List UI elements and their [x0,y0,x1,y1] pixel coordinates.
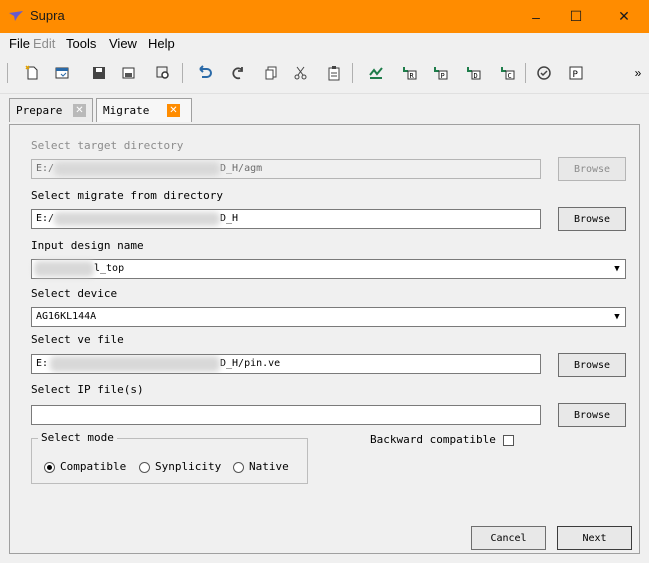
design-name-value: l_top [94,263,125,274]
target-directory-prefix: E:/ [36,163,55,174]
chevron-down-icon[interactable]: ▼ [611,310,623,324]
menu-help[interactable]: Help [148,36,175,51]
redacted-path [54,212,220,226]
device-combobox[interactable]: AG16KL144A ▼ [31,307,626,327]
design-name-label: Input design name [31,239,144,252]
undo-icon[interactable] [196,64,214,82]
open-icon[interactable] [53,64,71,82]
toolbar-separator [352,63,353,83]
run-p-icon[interactable]: P [432,64,450,82]
toolbar-grip [7,63,8,83]
design-name-combobox[interactable]: l_top ▼ [31,259,626,279]
tab-close-icon[interactable]: ✕ [73,104,86,117]
mode-group-title: Select mode [38,431,117,444]
title-bar: Supra – ☐ ✕ [0,0,649,33]
compile-icon[interactable] [367,64,385,82]
menu-view[interactable]: View [109,36,137,51]
save-as-icon[interactable] [120,64,138,82]
synplicity-label[interactable]: Synplicity [155,460,221,473]
tab-migrate-label: Migrate [103,104,150,117]
device-value: AG16KL144A [36,311,97,322]
ve-file-prefix: E: [36,358,49,369]
maximize-button[interactable]: ☐ [553,0,599,33]
menu-edit[interactable]: Edit [33,36,55,51]
cut-icon[interactable] [292,64,310,82]
program-icon[interactable]: P [567,64,585,82]
redacted-name [34,261,94,277]
menu-file[interactable]: File [9,36,30,51]
target-directory-suffix: D_H/agm [220,163,263,174]
device-label: Select device [31,287,118,300]
cancel-button[interactable]: Cancel [471,526,546,550]
ip-files-label: Select IP file(s) [31,383,144,396]
migrate-from-label: Select migrate from directory [31,189,224,202]
paste-icon[interactable] [325,64,343,82]
ve-file-label: Select ve file [31,333,124,346]
ve-file-browse-button[interactable]: Browse [558,353,626,377]
tab-close-icon[interactable]: ✕ [167,104,180,117]
supra-window: Supra – ☐ ✕ File Edit Tools View Help R … [0,0,649,563]
target-directory-browse-button[interactable]: Browse [558,157,626,181]
ip-files-browse-button[interactable]: Browse [558,403,626,427]
window-title: Supra [30,8,65,23]
toolbar-overflow-icon[interactable]: » [629,64,647,82]
copy-icon[interactable] [262,64,280,82]
native-label[interactable]: Native [249,460,289,473]
chevron-down-icon[interactable]: ▼ [611,262,623,276]
compatible-label[interactable]: Compatible [60,460,126,473]
app-logo-icon [9,11,23,21]
run-c-icon[interactable]: C [499,64,517,82]
compatible-radio[interactable] [44,462,55,473]
native-radio[interactable] [233,462,244,473]
toolbar-separator [182,63,183,83]
ve-file-field[interactable]: E: D_H/pin.ve [31,354,541,374]
backward-compatible-checkbox[interactable] [503,435,514,446]
migrate-panel: Select target directory E:/ D_H/agm Brow… [9,124,640,554]
target-directory-field: E:/ D_H/agm [31,159,541,179]
migrate-from-field[interactable]: E:/ D_H [31,209,541,229]
next-button[interactable]: Next [557,526,632,550]
close-button[interactable]: ✕ [601,0,647,33]
svg-text:P: P [441,72,445,80]
synplicity-radio[interactable] [139,462,150,473]
backward-compatible-label[interactable]: Backward compatible [370,433,496,446]
settings-icon[interactable] [154,64,172,82]
toolbar-separator [525,63,526,83]
redo-icon[interactable] [228,64,246,82]
run-d-icon[interactable]: D [465,64,483,82]
svg-text:D: D [474,72,478,80]
ve-file-suffix: D_H/pin.ve [220,358,281,369]
migrate-from-suffix: D_H [220,213,239,224]
svg-text:C: C [508,72,512,80]
toolbar: R P D C P » [0,55,649,94]
tab-prepare[interactable]: Prepare ✕ [9,98,93,122]
target-directory-label: Select target directory [31,139,184,152]
redacted-path [54,162,220,176]
save-icon[interactable] [90,64,108,82]
new-file-icon[interactable] [23,64,41,82]
migrate-from-browse-button[interactable]: Browse [558,207,626,231]
tab-bar: Prepare ✕ Migrate ✕ [0,96,649,124]
ip-files-field[interactable] [31,405,541,425]
migrate-from-prefix: E:/ [36,213,55,224]
tab-migrate[interactable]: Migrate ✕ [96,98,192,122]
tab-prepare-label: Prepare [16,104,63,117]
mode-group: Select mode Compatible Synplicity Native [31,431,308,484]
run-r-icon[interactable]: R [401,64,419,82]
menu-bar: File Edit Tools View Help [0,33,649,53]
menu-tools[interactable]: Tools [66,36,96,51]
redacted-path [50,356,220,372]
svg-text:P: P [573,70,579,80]
check-icon[interactable] [535,64,553,82]
